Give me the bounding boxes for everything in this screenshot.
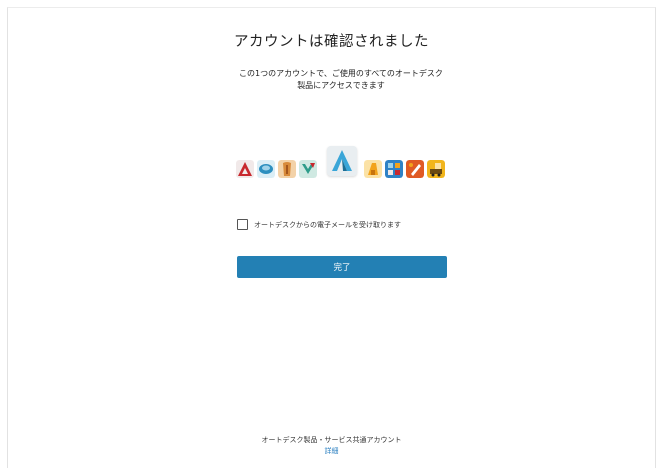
fusion-icon xyxy=(364,160,382,178)
revit-icon xyxy=(385,160,403,178)
details-link[interactable]: 詳細 xyxy=(0,446,663,456)
autocad-icon xyxy=(236,160,254,178)
page-title: アカウントは確認されました xyxy=(234,34,429,50)
page-subtitle: この1つのアカウントで、ご使用のすべてのオートデスク製品にアクセスできます xyxy=(239,69,443,90)
email-consent-label: オートデスクからの電子メールを受け取ります xyxy=(254,220,401,229)
product-icons xyxy=(236,146,448,180)
email-consent-checkbox[interactable] xyxy=(237,219,248,230)
footer-text: オートデスク製品・サービス共通アカウント xyxy=(261,436,402,444)
sketchbook-icon xyxy=(406,160,424,178)
inventor-icon xyxy=(278,160,296,178)
maya-icon xyxy=(299,160,317,178)
email-consent-row[interactable]: オートデスクからの電子メールを受け取ります xyxy=(237,219,401,230)
done-button[interactable]: 完了 xyxy=(237,256,447,278)
autodesk-logo-icon xyxy=(327,146,357,176)
civil-3d-icon xyxy=(257,160,275,178)
construction-icon xyxy=(427,160,445,178)
